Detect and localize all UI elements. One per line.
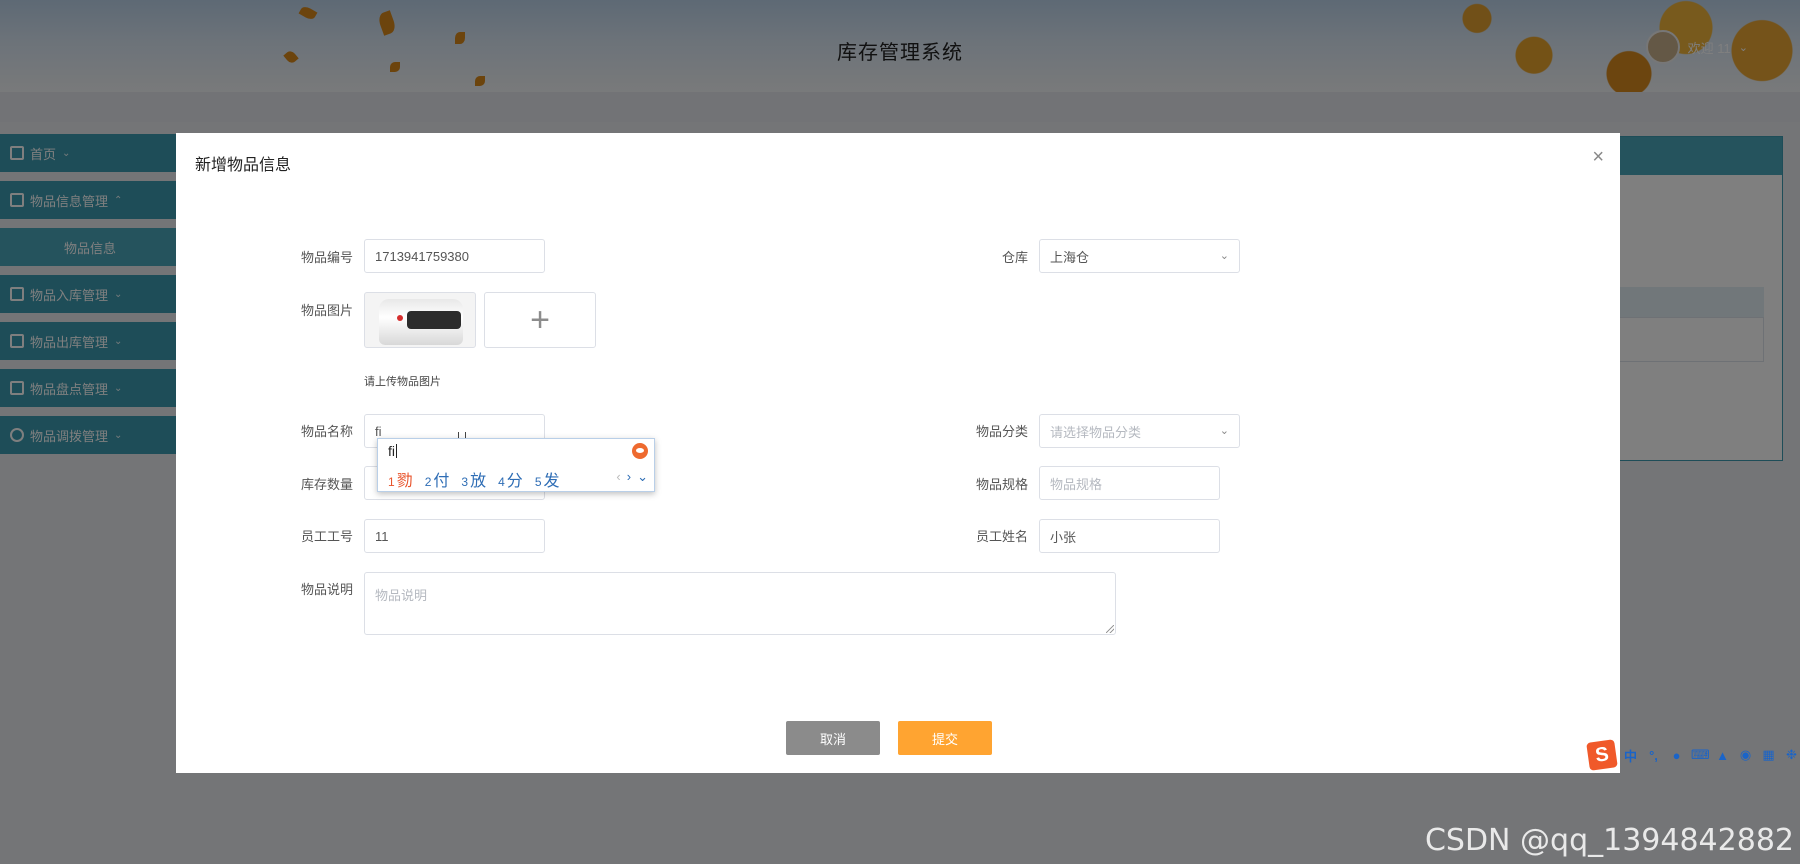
toolbox-icon[interactable]: ▦ xyxy=(1760,747,1777,763)
description-textarea[interactable]: 物品说明 xyxy=(364,572,1116,635)
upload-image-button[interactable]: + xyxy=(484,292,596,348)
ime-composition-text: fi xyxy=(388,443,395,459)
code-label: 物品编号 xyxy=(300,250,353,265)
employee-id-value: 11 xyxy=(375,528,389,544)
ime-toolbar: S 中 °, ● ⌨ ▲ ◉ ▦ ❉ xyxy=(1586,739,1800,771)
employee-name-label: 员工姓名 xyxy=(975,529,1028,544)
warehouse-select[interactable]: 上海仓 ⌄ xyxy=(1039,239,1240,273)
chevron-right-icon[interactable]: › xyxy=(627,469,631,485)
employee-name-value: 小张 xyxy=(1050,529,1077,545)
ime-candidate[interactable]: 4分 xyxy=(498,467,523,491)
candidate-text: 分 xyxy=(506,473,523,490)
uploaded-image-thumbnail[interactable] xyxy=(364,292,476,348)
ime-candidate[interactable]: 1勠 xyxy=(388,467,413,491)
code-input[interactable]: 1713941759380 xyxy=(364,239,545,273)
ime-logo-icon xyxy=(632,443,648,459)
ime-candidate-list: 1勠 2付 3放 4分 5发 xyxy=(388,467,560,491)
name-label: 物品名称 xyxy=(300,424,353,439)
spec-input[interactable]: 物品规格 xyxy=(1039,466,1220,500)
ime-candidate[interactable]: 3放 xyxy=(461,467,486,491)
candidate-number: 2 xyxy=(424,475,432,489)
candidate-text: 付 xyxy=(433,473,450,490)
ime-mode-toggle[interactable]: 中 xyxy=(1622,746,1639,765)
chevron-down-icon: ⌄ xyxy=(1219,250,1229,262)
code-value: 1713941759380 xyxy=(375,248,469,264)
settings-icon[interactable]: ❉ xyxy=(1783,747,1800,763)
description-placeholder: 物品说明 xyxy=(375,588,428,603)
keyboard-icon[interactable]: ⌨ xyxy=(1691,747,1710,763)
employee-id-input[interactable]: 11 xyxy=(364,519,545,553)
candidate-number: 5 xyxy=(534,475,542,489)
microphone-icon[interactable]: ● xyxy=(1668,748,1685,763)
candidate-text: 发 xyxy=(543,473,560,490)
sogou-logo-icon[interactable]: S xyxy=(1586,739,1618,771)
dialog-title: 新增物品信息 xyxy=(195,157,292,174)
image-label: 物品图片 xyxy=(300,303,353,318)
name-value: fi xyxy=(375,423,382,439)
warehouse-value: 上海仓 xyxy=(1050,249,1090,265)
watermark: CSDN @qq_1394842882 xyxy=(1424,823,1794,858)
candidate-text: 放 xyxy=(470,473,487,490)
spec-placeholder: 物品规格 xyxy=(1050,476,1103,492)
ime-caret xyxy=(396,444,397,458)
chevron-down-icon: ⌄ xyxy=(1219,425,1229,437)
chevron-left-icon[interactable]: ‹ xyxy=(616,469,620,485)
ime-candidate[interactable]: 5发 xyxy=(535,467,560,491)
category-select[interactable]: 请选择物品分类 ⌄ xyxy=(1039,414,1240,448)
rice-cooker-image xyxy=(379,299,463,345)
submit-button[interactable]: 提交 xyxy=(898,721,992,755)
cancel-button[interactable]: 取消 xyxy=(786,721,880,755)
cooker-button xyxy=(397,315,403,321)
category-label: 物品分类 xyxy=(975,424,1028,439)
stock-label: 库存数量 xyxy=(300,477,353,492)
upload-hint: 请上传物品图片 xyxy=(364,376,441,388)
resize-handle-icon[interactable] xyxy=(1106,625,1114,633)
category-placeholder: 请选择物品分类 xyxy=(1050,424,1142,440)
candidate-text: 勠 xyxy=(396,473,413,490)
employee-id-label: 员工工号 xyxy=(300,529,353,544)
ime-composition: fi xyxy=(388,443,397,459)
candidate-number: 1 xyxy=(388,475,395,489)
skin-icon[interactable]: ▲ xyxy=(1714,748,1731,763)
gamepad-icon[interactable]: ◉ xyxy=(1737,747,1754,763)
ime-candidate-popup: fi 1勠 2付 3放 4分 5发 ‹ › ⌄ xyxy=(377,438,655,492)
spec-label: 物品规格 xyxy=(975,477,1028,492)
description-label: 物品说明 xyxy=(300,582,353,597)
ime-page-nav: ‹ › ⌄ xyxy=(616,469,648,485)
close-icon[interactable]: × xyxy=(1592,147,1604,167)
candidate-number: 3 xyxy=(461,475,469,489)
chevron-down-icon[interactable]: ⌄ xyxy=(637,469,648,485)
candidate-number: 4 xyxy=(498,475,505,489)
employee-name-input[interactable]: 小张 xyxy=(1039,519,1220,553)
ime-candidate[interactable]: 2付 xyxy=(425,467,450,491)
cooker-control-panel xyxy=(407,311,461,329)
warehouse-label: 仓库 xyxy=(1001,250,1028,265)
punctuation-icon[interactable]: °, xyxy=(1645,748,1662,763)
